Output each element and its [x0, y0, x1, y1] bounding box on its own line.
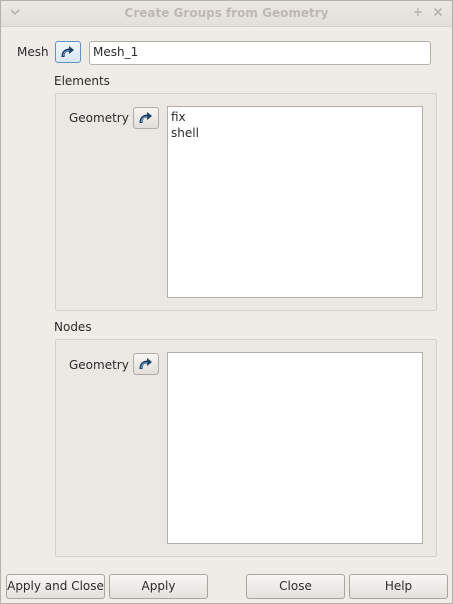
- dialog-window: Create Groups from Geometry Mesh Mesh_1 …: [0, 0, 453, 604]
- nodes-group-title: Nodes: [54, 320, 92, 334]
- mesh-label: Mesh: [17, 45, 49, 59]
- nodes-geometry-select-button[interactable]: [133, 353, 159, 375]
- elements-geometry-list[interactable]: fix shell: [167, 106, 423, 298]
- apply-and-close-button[interactable]: Apply and Close: [6, 574, 105, 599]
- window-title: Create Groups from Geometry: [124, 6, 329, 20]
- selection-arrow-icon: [139, 112, 152, 124]
- elements-geometry-select-button[interactable]: [133, 107, 159, 129]
- elements-group-title: Elements: [54, 74, 110, 88]
- selection-arrow-icon: [61, 46, 74, 58]
- list-item[interactable]: shell: [171, 125, 419, 141]
- mesh-name-input[interactable]: Mesh_1: [89, 41, 431, 65]
- list-item[interactable]: fix: [171, 109, 419, 125]
- title-bar: Create Groups from Geometry: [1, 1, 452, 27]
- nodes-geometry-label: Geometry: [69, 358, 129, 372]
- nodes-group: Geometry: [55, 339, 437, 557]
- close-button[interactable]: Close: [246, 574, 345, 599]
- nodes-geometry-list[interactable]: [167, 352, 423, 544]
- apply-button[interactable]: Apply: [109, 574, 208, 599]
- elements-group: Geometry fix shell: [55, 93, 437, 311]
- close-icon[interactable]: [432, 6, 444, 18]
- selection-arrow-icon: [139, 358, 152, 370]
- pin-icon[interactable]: [412, 6, 424, 18]
- mesh-select-button[interactable]: [55, 41, 81, 63]
- elements-geometry-label: Geometry: [69, 111, 129, 125]
- help-button[interactable]: Help: [349, 574, 448, 599]
